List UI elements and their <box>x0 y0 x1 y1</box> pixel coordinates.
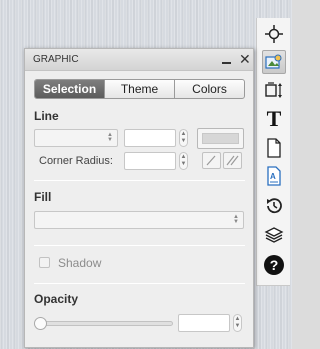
history-tool-button[interactable] <box>262 194 286 218</box>
minimize-icon[interactable] <box>222 55 232 65</box>
help-tool-button[interactable]: ? <box>262 253 286 277</box>
divider <box>34 180 245 181</box>
page-tool-button[interactable] <box>262 136 286 160</box>
layers-tool-button[interactable] <box>262 223 286 247</box>
resize-icon <box>265 82 282 98</box>
page-icon <box>267 138 281 158</box>
crosshair-tool-button[interactable] <box>262 22 286 46</box>
shadow-label: Shadow <box>58 256 102 270</box>
graphic-tool-button[interactable] <box>262 50 286 74</box>
select-arrows-icon: ▲ ▼ <box>107 132 113 143</box>
opacity-heading: Opacity <box>34 292 79 306</box>
tools-toolbar: T A ? <box>256 18 290 286</box>
panel-titlebar[interactable]: GRAPHIC ✕ <box>25 49 253 71</box>
tab-colors[interactable]: Colors <box>174 80 244 98</box>
line-single-button[interactable] <box>202 152 221 169</box>
line-style-select[interactable]: ▲ ▼ <box>34 129 118 147</box>
shadow-checkbox[interactable] <box>39 257 50 268</box>
line-color-fill <box>202 133 239 144</box>
select-arrows-icon: ▲ ▼ <box>233 214 239 225</box>
line-double-button[interactable] <box>223 152 242 169</box>
history-icon <box>267 198 282 214</box>
line-width-stepper[interactable]: ▲ ▼ <box>179 129 188 147</box>
corner-radius-stepper[interactable]: ▲ ▼ <box>179 152 188 170</box>
opacity-input[interactable] <box>178 314 230 332</box>
resize-tool-button[interactable] <box>262 78 286 102</box>
opacity-stepper[interactable]: ▲ ▼ <box>233 314 242 332</box>
divider <box>34 283 245 284</box>
close-icon[interactable]: ✕ <box>239 51 251 67</box>
opacity-slider-thumb[interactable] <box>34 317 47 330</box>
fill-heading: Fill <box>34 190 52 204</box>
panel-tabs: Selection Theme Colors <box>34 79 245 99</box>
line-color-swatch[interactable] <box>197 128 244 149</box>
image-text-tool-button[interactable]: A <box>262 164 286 188</box>
layers-icon <box>264 227 284 243</box>
graphic-panel: GRAPHIC ✕ Selection Theme Colors Line ▲ ▼… <box>24 48 254 348</box>
text-tool-button[interactable]: T <box>262 106 286 131</box>
double-slash-icon <box>226 155 239 166</box>
corner-radius-input[interactable] <box>124 152 176 170</box>
tab-theme[interactable]: Theme <box>104 80 174 98</box>
corner-radius-label: Corner Radius: <box>39 155 113 167</box>
slash-icon <box>206 155 216 166</box>
line-heading: Line <box>34 109 59 123</box>
opacity-slider-track[interactable] <box>39 321 173 326</box>
panel-title: GRAPHIC <box>33 54 79 65</box>
fill-select[interactable]: ▲ ▼ <box>34 211 244 229</box>
graphic-icon <box>265 54 282 69</box>
line-width-input[interactable] <box>124 129 176 147</box>
crosshair-icon <box>265 25 283 43</box>
help-icon: ? <box>264 255 284 275</box>
divider <box>34 245 245 246</box>
svg-text:A: A <box>270 172 276 181</box>
tab-selection[interactable]: Selection <box>35 80 104 98</box>
text-icon: T <box>266 106 282 131</box>
image-text-icon: A <box>267 166 281 186</box>
